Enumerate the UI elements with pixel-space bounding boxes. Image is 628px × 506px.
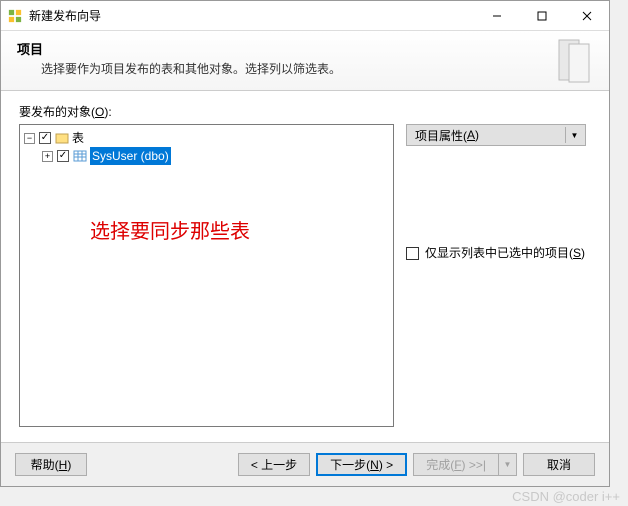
tree-item-sysuser[interactable]: + ✓ SysUser (dbo) xyxy=(42,147,389,165)
article-properties-button[interactable]: 项目属性(A) ▼ xyxy=(406,124,586,146)
expand-icon[interactable]: + xyxy=(42,151,53,162)
wizard-header: 项目 选择要作为项目发布的表和其他对象。选择列以筛选表。 xyxy=(1,31,609,91)
finish-dropdown[interactable]: ▼ xyxy=(499,453,517,476)
next-button[interactable]: 下一步(N) > xyxy=(316,453,407,476)
titlebar-title: 新建发布向导 xyxy=(29,7,474,24)
help-button[interactable]: 帮助(H) xyxy=(15,453,87,476)
minimize-button[interactable] xyxy=(474,1,519,30)
wizard-dialog: 新建发布向导 项目 选择要作为项目发布的表和其他对象。选择列以筛选表。 要发布的… xyxy=(0,0,610,487)
tree-item-label: SysUser (dbo) xyxy=(90,147,171,165)
checkbox-checked-icon[interactable]: ✓ xyxy=(39,132,51,144)
header-image xyxy=(551,36,599,84)
tree-root-tables[interactable]: − ✓ 表 xyxy=(24,129,389,147)
cancel-button[interactable]: 取消 xyxy=(523,453,595,476)
footer-buttons: 帮助(H) < 上一步 下一步(N) > 完成(F) >>| ▼ 取消 xyxy=(1,442,609,486)
show-checked-checkbox[interactable] xyxy=(406,247,419,260)
show-checked-label: 仅显示列表中已选中的项目(S) xyxy=(425,246,585,262)
collapse-icon[interactable]: − xyxy=(24,133,35,144)
maximize-button[interactable] xyxy=(519,1,564,30)
close-button[interactable] xyxy=(564,1,609,30)
tree-root-label: 表 xyxy=(72,129,84,147)
annotation-text: 选择要同步那些表 xyxy=(90,215,250,244)
watermark: CSDN @coder i++ xyxy=(512,489,620,504)
titlebar: 新建发布向导 xyxy=(1,1,609,31)
app-icon xyxy=(7,8,23,24)
checkbox-checked-icon[interactable]: ✓ xyxy=(57,150,69,162)
chevron-down-icon[interactable]: ▼ xyxy=(565,127,583,143)
folder-icon xyxy=(55,131,69,145)
content-area: 要发布的对象(O): − ✓ 表 + ✓ SysUs xyxy=(1,91,609,439)
page-title: 项目 xyxy=(17,39,593,58)
table-icon xyxy=(73,149,87,163)
right-column: 项目属性(A) ▼ 仅显示列表中已选中的项目(S) xyxy=(406,124,591,427)
window-buttons xyxy=(474,1,609,30)
objects-tree[interactable]: − ✓ 表 + ✓ SysUser (dbo) 选择要同步那些表 xyxy=(19,124,394,427)
back-button[interactable]: < 上一步 xyxy=(238,453,310,476)
objects-label: 要发布的对象(O): xyxy=(19,103,591,120)
show-checked-row: 仅显示列表中已选中的项目(S) xyxy=(406,246,591,262)
finish-button[interactable]: 完成(F) >>| xyxy=(413,453,499,476)
page-description: 选择要作为项目发布的表和其他对象。选择列以筛选表。 xyxy=(41,60,593,77)
